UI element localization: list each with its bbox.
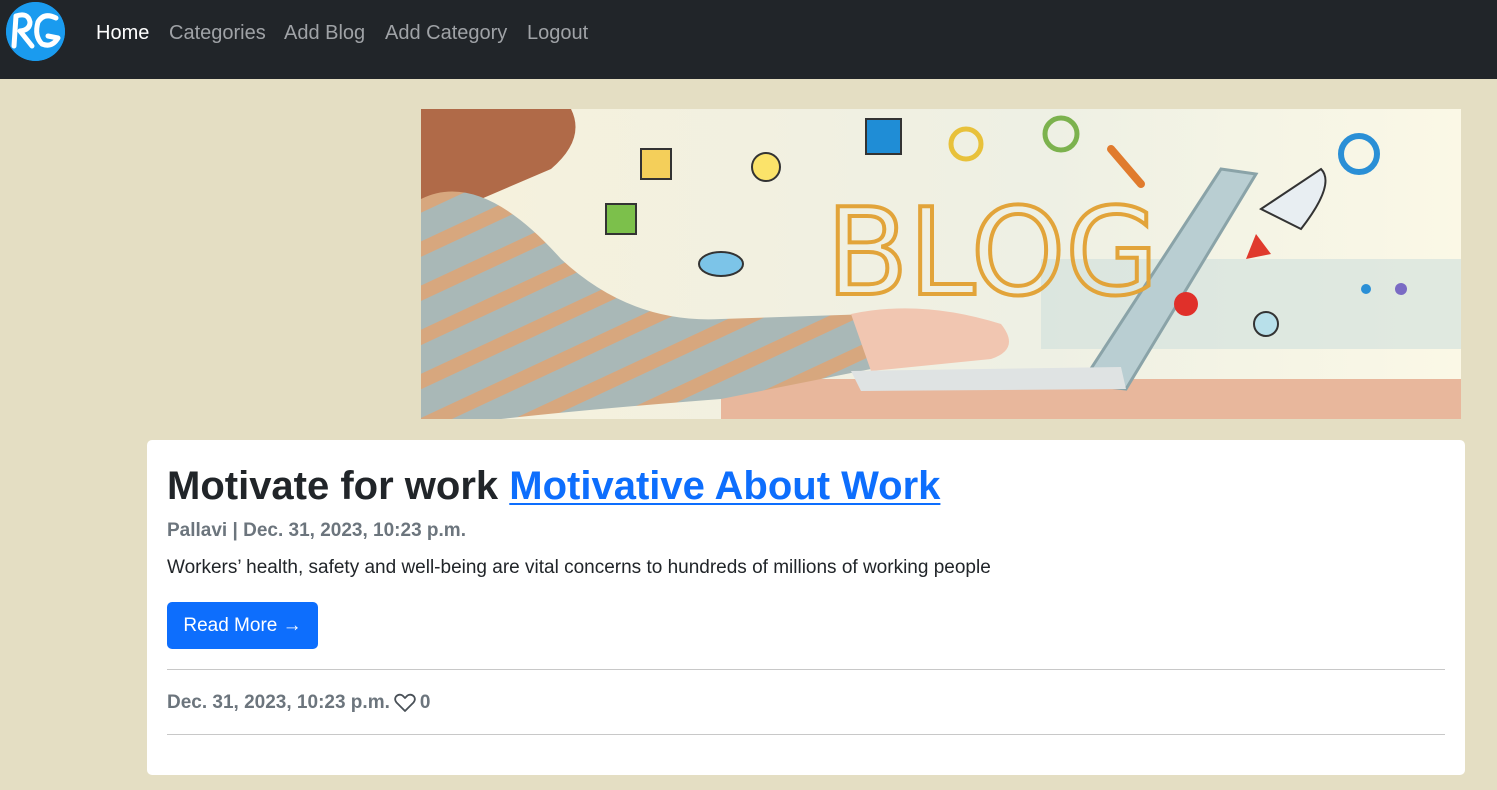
navbar: Home Categories Add Blog Add Category Lo… [0,0,1497,79]
post-title: Motivate for work Motivative About Work [167,462,940,510]
nav-link-categories[interactable]: Categories [169,21,266,45]
footer-date: Dec. 31, 2023, 10:23 p.m. [167,692,390,713]
nav-link-add-category[interactable]: Add Category [385,21,507,45]
post-footer: Dec. 31, 2023, 10:23 p.m. 0 [167,691,430,715]
post-excerpt: Workers’ health, safety and well-being a… [167,557,991,578]
post-author: Pallavi [167,520,228,541]
divider [167,669,1445,670]
blog-banner-image: BLOG [421,109,1461,419]
heart-icon[interactable] [394,693,416,713]
post-link[interactable]: Motivative About Work [509,464,940,508]
divider [167,734,1445,735]
like-count: 0 [419,692,431,713]
post-card: Motivate for work Motivative About Work … [147,440,1465,775]
nav-link-logout[interactable]: Logout [527,21,588,45]
site-logo[interactable] [6,2,65,61]
blog-doodle-text: BLOG [826,184,1158,323]
nav-link-add-blog[interactable]: Add Blog [284,21,365,45]
post-byline: Pallavi | Dec. 31, 2023, 10:23 p.m. [167,519,466,543]
post-date: Dec. 31, 2023, 10:23 p.m. [243,520,466,541]
byline-separator: | [232,520,238,541]
post-title-text: Motivate for work [167,464,499,508]
read-more-button[interactable]: Read More → [167,602,318,649]
nav-link-home[interactable]: Home [96,21,149,45]
